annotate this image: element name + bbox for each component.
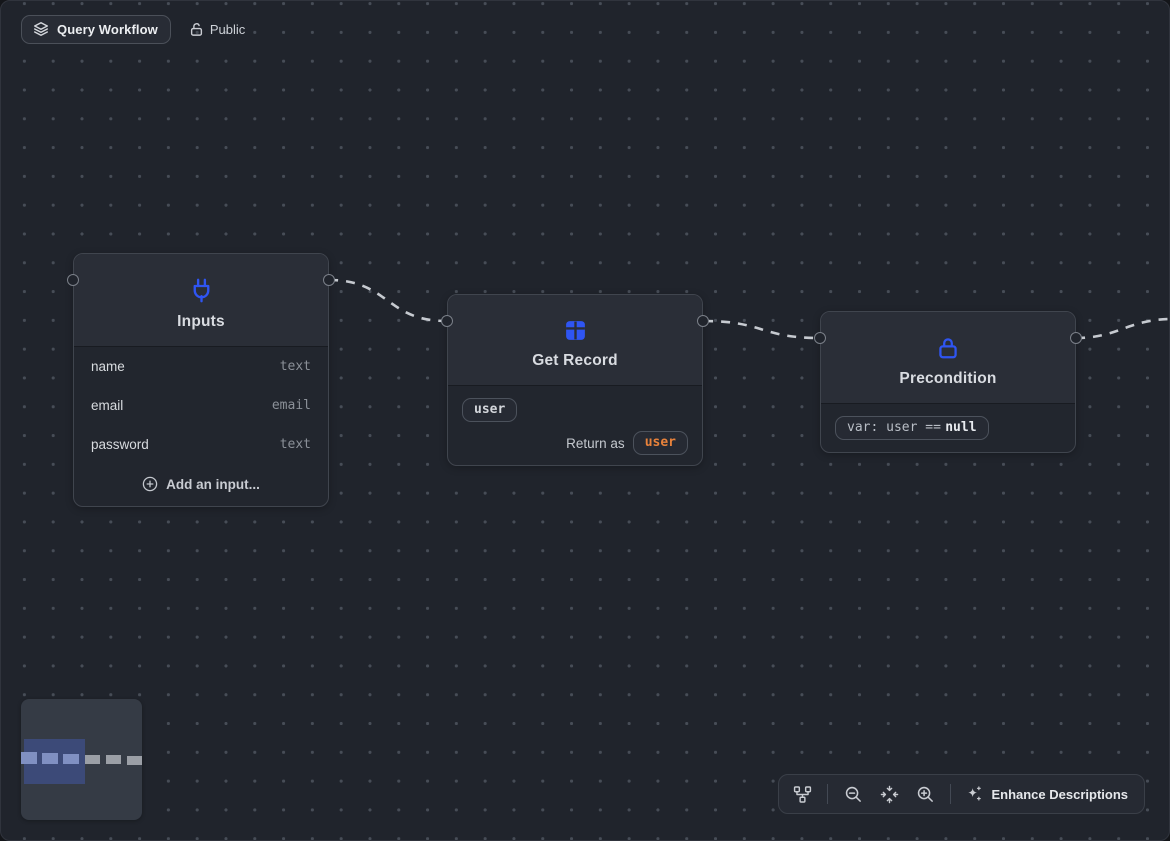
minimap[interactable] (21, 699, 142, 820)
toolbar-divider (827, 784, 829, 804)
query-workflow-button[interactable]: Query Workflow (21, 15, 171, 44)
topbar: Query Workflow Public (21, 15, 245, 44)
node-precondition-body: var: user == null (821, 404, 1075, 454)
input-name: password (91, 437, 149, 452)
input-row-email[interactable]: email email (74, 386, 328, 425)
edge-precondition-offscreen (1075, 317, 1169, 340)
layers-icon (34, 22, 48, 36)
zoom-in-icon (917, 786, 933, 802)
node-precondition-title: Precondition (899, 370, 997, 387)
handle-get-record-left[interactable] (441, 315, 453, 327)
visibility-label: Public (209, 22, 246, 37)
handle-precondition-left[interactable] (814, 332, 826, 344)
toolbar-divider (950, 784, 952, 804)
canvas-toolbar: Enhance Descriptions (778, 774, 1145, 814)
handle-get-record-right[interactable] (697, 315, 709, 327)
minimap-node (63, 754, 79, 764)
zoom-out-icon (845, 786, 861, 802)
expression-value: null (945, 420, 977, 435)
plug-icon (193, 278, 209, 303)
minimap-node (21, 752, 37, 764)
table-icon (565, 321, 585, 340)
minimap-node (106, 755, 121, 764)
handle-precondition-right[interactable] (1070, 332, 1082, 344)
lock-icon (939, 338, 957, 359)
workflow-canvas[interactable]: Query Workflow Public Inputs name text e… (0, 0, 1170, 841)
node-get-record[interactable]: Get Record user Return as user (441, 294, 709, 469)
circle-plus-icon (142, 476, 158, 492)
minimap-node (127, 756, 142, 765)
handle-inputs-right[interactable] (323, 274, 335, 286)
node-get-record-body: user Return as user (448, 386, 702, 469)
sparkles-icon (968, 786, 982, 801)
node-inputs-header: Inputs (74, 254, 328, 347)
input-row-password[interactable]: password text (74, 425, 328, 464)
fit-view-button[interactable] (872, 778, 906, 810)
input-type: email (271, 398, 311, 413)
add-input-label: Add an input... (166, 476, 260, 492)
edge-inputs-getrecord (328, 278, 447, 323)
edge-getrecord-precondition (703, 319, 821, 340)
auto-layout-icon (793, 785, 812, 803)
node-inputs-title: Inputs (177, 313, 225, 330)
input-name: name (91, 359, 125, 374)
node-inputs[interactable]: Inputs name text email email password te… (67, 253, 335, 507)
precondition-expression-badge[interactable]: var: user == null (835, 416, 989, 440)
zoom-out-button[interactable] (836, 778, 870, 810)
return-line: Return as user (462, 431, 688, 455)
expression-prefix: var: user == (847, 420, 941, 435)
auto-layout-button[interactable] (785, 778, 819, 810)
node-precondition[interactable]: Precondition var: user == null (814, 311, 1082, 454)
enhance-descriptions-button[interactable]: Enhance Descriptions (959, 785, 1132, 803)
fit-view-icon (880, 785, 899, 803)
input-row-name[interactable]: name text (74, 347, 328, 386)
input-name: email (91, 398, 124, 413)
minimap-node (42, 753, 58, 764)
return-value-badge[interactable]: user (632, 431, 688, 455)
enhance-descriptions-label: Enhance Descriptions (991, 786, 1128, 802)
input-type: text (279, 437, 311, 452)
query-workflow-label: Query Workflow (57, 21, 158, 37)
node-precondition-header: Precondition (821, 312, 1075, 404)
node-get-record-title: Get Record (532, 352, 618, 369)
record-badge[interactable]: user (462, 398, 518, 422)
minimap-node (85, 755, 100, 764)
unlock-icon (190, 23, 202, 36)
input-type: text (279, 359, 311, 374)
zoom-in-button[interactable] (908, 778, 942, 810)
visibility-toggle[interactable]: Public (189, 22, 245, 37)
handle-inputs-left[interactable] (67, 274, 79, 286)
add-input-button[interactable]: Add an input... (74, 464, 328, 504)
node-get-record-header: Get Record (448, 295, 702, 386)
return-as-label: Return as (566, 435, 625, 451)
